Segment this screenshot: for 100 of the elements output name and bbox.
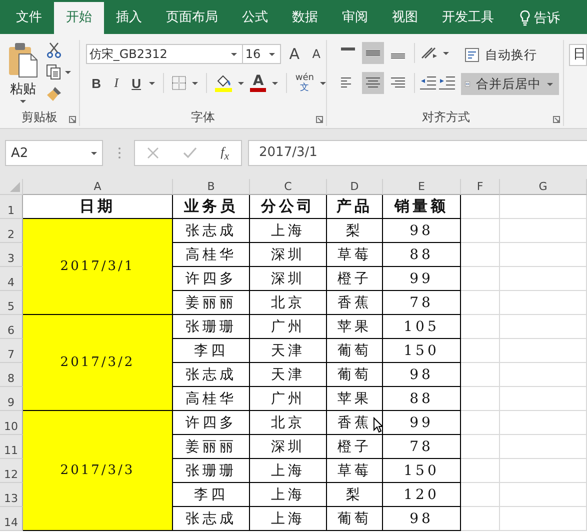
table-cell: 上海	[250, 483, 327, 507]
row-header[interactable]: 7	[0, 339, 23, 363]
table-cell: 苹果	[327, 315, 383, 339]
table-cell: 广州	[250, 387, 327, 411]
middle-align-icon[interactable]	[362, 42, 384, 64]
column-header[interactable]: B	[173, 179, 250, 195]
table-cell: 上海	[250, 459, 327, 483]
table-cell: 120	[383, 483, 461, 507]
ribbon-tab[interactable]: 文件	[4, 2, 54, 34]
table-cell: 许四多	[173, 411, 250, 435]
font-name-field[interactable]: 仿宋_GB2312	[86, 44, 244, 64]
table-cell: 高桂华	[173, 387, 250, 411]
fill-color-icon[interactable]	[215, 74, 232, 92]
column-header[interactable]: G	[500, 179, 587, 195]
caret-icon[interactable]	[231, 52, 238, 56]
row-header[interactable]: 8	[0, 363, 23, 387]
row-header[interactable]: 4	[0, 267, 23, 291]
column-header[interactable]: E	[383, 179, 461, 195]
row-header[interactable]: 12	[0, 459, 23, 483]
caret-icon[interactable]	[149, 82, 156, 84]
increase-indent-icon[interactable]	[438, 76, 455, 90]
table-cell: 分公司	[250, 195, 327, 219]
insert-function-button[interactable]: f$_{x}$	[220, 144, 230, 162]
dialog-launcher-icon[interactable]	[69, 116, 76, 123]
table-cell: 88	[383, 387, 461, 411]
ribbon-tab[interactable]: 公式	[230, 2, 280, 34]
drag-handle-icon[interactable]	[118, 147, 121, 159]
caret-icon[interactable]	[442, 52, 449, 54]
column-header[interactable]: A	[23, 179, 173, 195]
empty-cell	[461, 339, 500, 363]
row-header[interactable]: 6	[0, 315, 23, 339]
scissors-icon[interactable]	[46, 42, 62, 58]
column-header[interactable]: D	[327, 179, 383, 195]
bold-button[interactable]: B	[89, 76, 104, 90]
row-header[interactable]: 2	[0, 219, 23, 243]
table-cell: 张志成	[173, 363, 250, 387]
align-center-icon[interactable]	[362, 72, 384, 94]
formula-field[interactable]: 2017/3/1	[248, 140, 587, 166]
underline-button[interactable]: U	[129, 76, 144, 90]
brush-icon[interactable]	[46, 86, 62, 102]
table-cell: 88	[383, 243, 461, 267]
ribbon-tab[interactable]: 数据	[280, 2, 330, 34]
ribbon-tab[interactable]: 开始	[54, 2, 104, 34]
decrease-indent-icon[interactable]	[420, 76, 436, 90]
row-header[interactable]: 5	[0, 291, 23, 315]
number-format-field[interactable]: 日	[569, 44, 587, 66]
caret-icon[interactable]	[238, 82, 244, 84]
caret-icon[interactable]	[20, 100, 26, 103]
table-cell: 姜丽丽	[173, 291, 250, 315]
dialog-launcher-icon[interactable]	[553, 116, 560, 123]
paste-button[interactable]: 粘贴	[8, 40, 38, 108]
copy-icon[interactable]	[46, 64, 61, 80]
table-cell: 105	[383, 315, 461, 339]
row-header[interactable]: 13	[0, 483, 23, 507]
table-cell: 葡萄	[327, 363, 383, 387]
dialog-launcher-icon[interactable]	[316, 116, 323, 123]
merge-center-button[interactable]: 合并后居中	[460, 73, 559, 95]
name-box[interactable]: A2	[5, 140, 103, 166]
column-header[interactable]: C	[250, 179, 327, 195]
shrink-font-button[interactable]: A	[307, 47, 326, 61]
lightbulb-icon[interactable]	[520, 10, 530, 26]
grow-font-button[interactable]: A	[285, 45, 304, 63]
table-cell: 许四多	[173, 267, 250, 291]
search-hint[interactable]: 告诉	[534, 9, 560, 27]
group-label: 对齐方式	[422, 108, 470, 126]
table-cell: 销量额	[383, 195, 461, 219]
table-cell: 2017/3/2	[23, 315, 173, 411]
column-header[interactable]: F	[461, 179, 500, 195]
table-cell: 梨	[327, 483, 383, 507]
clipboard-icon[interactable]	[8, 42, 38, 78]
caret-icon[interactable]	[91, 152, 97, 154]
row-header[interactable]: 1	[0, 195, 23, 219]
caret-icon[interactable]	[192, 82, 198, 84]
row-header[interactable]: 3	[0, 243, 23, 267]
caret-icon[interactable]	[269, 52, 276, 56]
table-cell: 99	[383, 411, 461, 435]
ribbon-tab[interactable]: 页面布局	[154, 2, 230, 34]
table-cell: 张志成	[173, 219, 250, 243]
caret-icon[interactable]	[272, 82, 278, 84]
border-icon[interactable]	[172, 76, 186, 90]
ribbon-tab[interactable]: 视图	[380, 2, 430, 34]
italic-button[interactable]: I	[109, 75, 124, 91]
caret-icon[interactable]	[65, 70, 71, 74]
ribbon-tab[interactable]: 插入	[104, 2, 154, 34]
table-cell: 张珊珊	[173, 315, 250, 339]
font-size-field[interactable]: 16	[242, 44, 282, 64]
wrap-text-icon[interactable]	[464, 48, 479, 62]
row-header[interactable]: 10	[0, 411, 23, 435]
row-header[interactable]: 11	[0, 435, 23, 459]
phonetic-button[interactable]: wén 文	[295, 73, 314, 93]
group-label: 剪贴板	[22, 108, 58, 126]
ribbon-tab[interactable]: 开发工具	[430, 2, 506, 34]
font-color-button[interactable]: A	[250, 74, 266, 92]
caret-icon[interactable]	[546, 82, 553, 86]
table-cell: 150	[383, 459, 461, 483]
row-header[interactable]: 14	[0, 507, 23, 531]
caret-icon[interactable]	[320, 82, 326, 84]
row-header[interactable]: 9	[0, 387, 23, 411]
wrap-text-button[interactable]: 自动换行	[460, 44, 559, 66]
ribbon-tab[interactable]: 审阅	[330, 2, 380, 34]
